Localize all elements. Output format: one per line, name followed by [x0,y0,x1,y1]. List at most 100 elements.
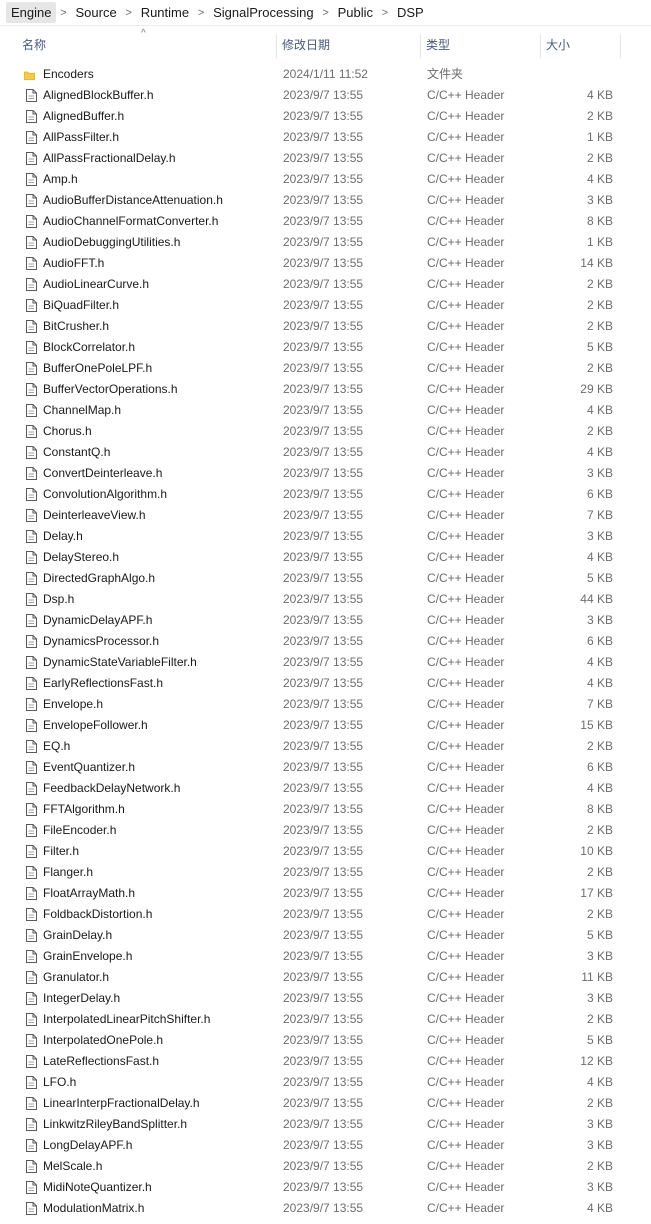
file-row[interactable]: FoldbackDistortion.h 2023/9/7 13:55 C/C++ … [0,904,651,925]
file-row[interactable]: ConstantQ.h 2023/9/7 13:55 C/C++ Header 4 K… [0,442,651,463]
file-row[interactable]: Granulator.h 2023/9/7 13:55 C/C++ Header 11… [0,967,651,988]
header-file-icon [26,635,37,648]
file-row[interactable]: FileEncoder.h 2023/9/7 13:55 C/C++ Header 2… [0,820,651,841]
file-row[interactable]: DynamicsProcessor.h 2023/9/7 13:55 C/C++ H… [0,631,651,652]
file-row[interactable]: AlignedBuffer.h 2023/9/7 13:55 C/C++ Heade… [0,106,651,127]
file-row[interactable]: EarlyReflectionsFast.h 2023/9/7 13:55 C/C+… [0,673,651,694]
file-type: C/C++ Header [427,907,505,921]
file-row[interactable]: FFTAlgorithm.h 2023/9/7 13:55 C/C++ Header… [0,799,651,820]
file-row[interactable]: EnvelopeFollower.h 2023/9/7 13:55 C/C++ He… [0,715,651,736]
column-divider[interactable] [620,34,621,58]
column-header-type[interactable]: 类型 [426,31,536,59]
file-row[interactable]: MelScale.h 2023/9/7 13:55 C/C++ Header 2 KB [0,1156,651,1177]
file-row[interactable]: FeedbackDelayNetwork.h 2023/9/7 13:55 C/C+… [0,778,651,799]
file-row[interactable]: ChannelMap.h 2023/9/7 13:55 C/C++ Header 4 … [0,400,651,421]
file-row[interactable]: LinkwitzRileyBandSplitter.h 2023/9/7 13:5… [0,1114,651,1135]
file-row[interactable]: IntegerDelay.h 2023/9/7 13:55 C/C++ Header… [0,988,651,1009]
breadcrumb-item[interactable]: SignalProcessing [208,2,318,23]
file-row[interactable]: InterpolatedLinearPitchShifter.h 2023/9/7… [0,1009,651,1030]
breadcrumb-item[interactable]: DSP [392,2,429,23]
file-row[interactable]: BufferOnePoleLPF.h 2023/9/7 13:55 C/C++ He… [0,358,651,379]
file-row[interactable]: AudioFFT.h 2023/9/7 13:55 C/C++ Header 14 K… [0,253,651,274]
file-row[interactable]: Amp.h 2023/9/7 13:55 C/C++ Header 4 KB [0,169,651,190]
file-name: Filter.h [43,844,80,858]
file-row[interactable]: AllPassFractionalDelay.h 2023/9/7 13:55 C/… [0,148,651,169]
file-row[interactable]: ConvolutionAlgorithm.h 2023/9/7 13:55 C/C+… [0,484,651,505]
file-row[interactable]: BufferVectorOperations.h 2023/9/7 13:55 C/… [0,379,651,400]
file-type: C/C++ Header [427,886,505,900]
file-date: 2023/9/7 13:55 [283,1096,364,1110]
file-row[interactable]: BlockCorrelator.h 2023/9/7 13:55 C/C++ Hea… [0,337,651,358]
breadcrumb-separator-icon[interactable]: > [122,7,136,19]
file-row[interactable]: Filter.h 2023/9/7 13:55 C/C++ Header 10 KB [0,841,651,862]
file-row[interactable]: GrainDelay.h 2023/9/7 13:55 C/C++ Header 5 … [0,925,651,946]
header-file-icon [26,1013,37,1026]
file-row[interactable]: ModulationMatrix.h 2023/9/7 13:55 C/C++ He… [0,1198,651,1219]
column-divider[interactable] [540,34,541,58]
file-row[interactable]: DynamicStateVariableFilter.h 2023/9/7 13:… [0,652,651,673]
file-row[interactable]: LongDelayAPF.h 2023/9/7 13:55 C/C++ Header… [0,1135,651,1156]
file-date: 2023/9/7 13:55 [283,571,364,585]
file-size: 2 KB [586,277,613,291]
file-size: 4 KB [586,1201,613,1215]
column-header-name[interactable]: 名称 [22,31,272,59]
file-row[interactable]: Delay.h 2023/9/7 13:55 C/C++ Header 3 KB [0,526,651,547]
column-header-date[interactable]: 修改日期 [282,31,417,59]
file-row[interactable]: Envelope.h 2023/9/7 13:55 C/C++ Header 7 KB [0,694,651,715]
file-name: EnvelopeFollower.h [43,718,148,732]
header-file-icon [26,446,37,459]
header-file-icon [26,194,37,207]
file-name: MelScale.h [43,1159,103,1173]
file-row[interactable]: AudioBufferDistanceAttenuation.h 2023/9/7… [0,190,651,211]
file-size: 7 KB [586,508,613,522]
column-divider[interactable] [420,34,421,58]
file-row[interactable]: AudioChannelFormatConverter.h 2023/9/7 13… [0,211,651,232]
file-date: 2023/9/7 13:55 [283,907,364,921]
breadcrumb-item[interactable]: Engine [6,2,57,23]
file-row[interactable]: Flanger.h 2023/9/7 13:55 C/C++ Header 2 KB [0,862,651,883]
file-row[interactable]: LateReflectionsFast.h 2023/9/7 13:55 C/C++… [0,1051,651,1072]
file-date: 2023/9/7 13:55 [283,1054,364,1068]
file-name: LinearInterpFractionalDelay.h [43,1096,200,1110]
file-row[interactable]: LinearInterpFractionalDelay.h 2023/9/7 13… [0,1093,651,1114]
file-row[interactable]: AlignedBlockBuffer.h 2023/9/7 13:55 C/C++ … [0,85,651,106]
file-row[interactable]: ConvertDeinterleave.h 2023/9/7 13:55 C/C++… [0,463,651,484]
folder-row[interactable]: Encoders 2024/1/11 11:52 文件夹 [0,64,651,85]
file-row[interactable]: EventQuantizer.h 2023/9/7 13:55 C/C++ Head… [0,757,651,778]
breadcrumb-separator-icon[interactable]: > [194,7,208,19]
file-name: DynamicDelayAPF.h [43,613,153,627]
file-row[interactable]: AudioDebuggingUtilities.h 2023/9/7 13:55 C… [0,232,651,253]
file-type: 文件夹 [427,67,464,81]
file-row[interactable]: DelayStereo.h 2023/9/7 13:55 C/C++ Header 4… [0,547,651,568]
breadcrumb-item[interactable]: Runtime [136,2,194,23]
file-row[interactable]: Chorus.h 2023/9/7 13:55 C/C++ Header 2 KB [0,421,651,442]
file-row[interactable]: BitCrusher.h 2023/9/7 13:55 C/C++ Header 2 … [0,316,651,337]
file-row[interactable]: DeinterleaveView.h 2023/9/7 13:55 C/C++ He… [0,505,651,526]
breadcrumb-separator-icon[interactable]: > [378,7,392,19]
file-size: 2 KB [586,424,613,438]
file-size: 2 KB [586,865,613,879]
breadcrumb-item[interactable]: Public [333,2,378,23]
file-row[interactable]: DirectedGraphAlgo.h 2023/9/7 13:55 C/C++ H… [0,568,651,589]
file-name: IntegerDelay.h [43,991,121,1005]
file-row[interactable]: GrainEnvelope.h 2023/9/7 13:55 C/C++ Heade… [0,946,651,967]
breadcrumb-separator-icon[interactable]: > [56,7,70,19]
breadcrumb-separator-icon[interactable]: > [319,7,333,19]
file-row[interactable]: AudioLinearCurve.h 2023/9/7 13:55 C/C++ He… [0,274,651,295]
column-header-size[interactable]: 大小 [546,31,616,59]
file-row[interactable]: AllPassFilter.h 2023/9/7 13:55 C/C++ Heade… [0,127,651,148]
file-row[interactable]: Dsp.h 2023/9/7 13:55 C/C++ Header 44 KB [0,589,651,610]
file-name: DelayStereo.h [43,550,120,564]
column-divider[interactable] [276,34,277,58]
file-row[interactable]: DynamicDelayAPF.h 2023/9/7 13:55 C/C++ Hea… [0,610,651,631]
file-row[interactable]: EQ.h 2023/9/7 13:55 C/C++ Header 2 KB [0,736,651,757]
file-row[interactable]: LFO.h 2023/9/7 13:55 C/C++ Header 4 KB [0,1072,651,1093]
file-name: Amp.h [43,172,78,186]
file-row[interactable]: InterpolatedOnePole.h 2023/9/7 13:55 C/C++… [0,1030,651,1051]
breadcrumb-item[interactable]: Source [70,2,121,23]
file-type: C/C++ Header [427,487,505,501]
file-row[interactable]: MidiNoteQuantizer.h 2023/9/7 13:55 C/C++ H… [0,1177,651,1198]
file-row[interactable]: FloatArrayMath.h 2023/9/7 13:55 C/C++ Head… [0,883,651,904]
file-row[interactable]: BiQuadFilter.h 2023/9/7 13:55 C/C++ Header… [0,295,651,316]
file-name: EQ.h [43,739,71,753]
